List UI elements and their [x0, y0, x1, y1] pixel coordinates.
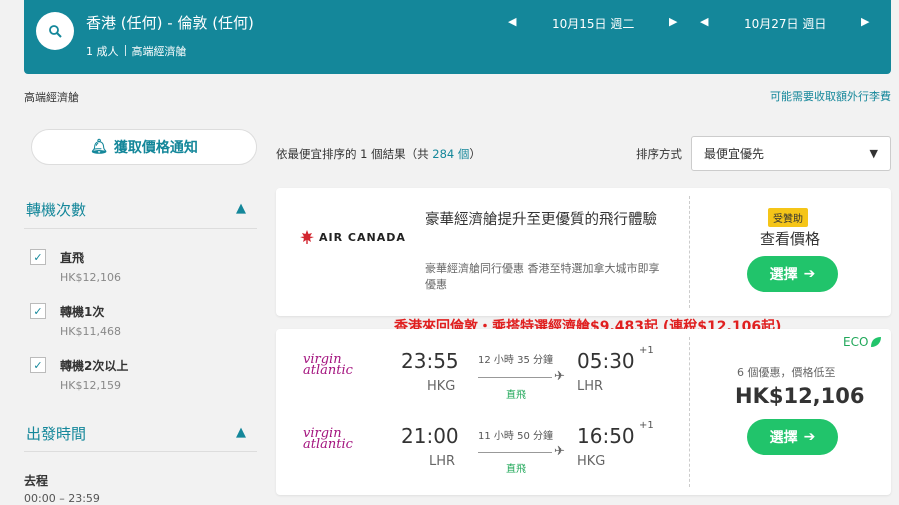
leg1-arrive-time: 05:30 — [577, 349, 635, 373]
outbound-label: 去程 — [24, 474, 49, 488]
sort-label: 排序方式 — [636, 147, 682, 161]
stops-filter-title[interactable]: 轉機次數 — [26, 199, 86, 220]
leg1-stops: 直飛 — [506, 390, 526, 401]
leg2-depart-code: LHR — [429, 454, 456, 469]
divider — [24, 228, 257, 229]
bell-icon: 🔔︎ — [90, 139, 108, 155]
cabin-note: 高端經濟艙 — [24, 91, 79, 104]
stops-two-plus-checkbox[interactable]: ✓ — [30, 357, 46, 373]
arrow-right-icon: ➔ — [803, 266, 816, 282]
baggage-fees-link[interactable]: 可能需要收取額外行李費 — [770, 88, 891, 104]
stops-direct-checkbox[interactable]: ✓ — [30, 249, 46, 265]
ad-select-label: 選擇 — [769, 267, 798, 283]
leg1-flight-line — [478, 377, 552, 378]
leg2-day-offset: +1 — [639, 420, 654, 431]
return-next-chevron-right-icon[interactable]: ▶ — [861, 15, 869, 28]
leg2-arrive-time: 16:50 — [577, 424, 635, 448]
ad-headline[interactable]: 豪華經濟艙提升至更優質的飛行體驗 — [425, 210, 665, 231]
depart-next-chevron-right-icon[interactable]: ▶ — [669, 15, 677, 28]
flight-price: HK$12,106 — [735, 384, 865, 408]
flight-select-button[interactable]: 選擇 ➔ — [747, 419, 838, 455]
result-count-total[interactable]: 284 個 — [432, 147, 469, 161]
result-count-suffix: ） — [469, 147, 481, 161]
eco-badge: ECO — [843, 335, 882, 349]
stops-direct-price: HK$12,106 — [60, 271, 121, 284]
sort-value: 最便宜優先 — [704, 147, 765, 161]
caret-up-icon[interactable]: ▲ — [236, 425, 246, 440]
result-count-middle: 排序的 1 個結果（共 — [322, 147, 433, 161]
plane-icon: ✈ — [554, 444, 565, 459]
search-header: 香港 (任何) - 倫敦 (任何) 1 成人 高端經濟艙 ◀ 10月15日 週二 … — [24, 0, 891, 74]
plane-icon: ✈ — [554, 369, 565, 384]
search-icon — [49, 25, 62, 38]
passenger-cabin-summary[interactable]: 1 成人 高端經濟艙 — [86, 43, 187, 59]
arrow-right-icon: ➔ — [803, 429, 816, 445]
return-prev-chevron-left-icon[interactable]: ◀ — [700, 15, 708, 28]
search-button[interactable] — [36, 12, 74, 50]
leaf-icon — [871, 337, 882, 347]
airline-logo-line2: atlantic — [303, 437, 353, 452]
leg2-flight-line — [478, 452, 552, 453]
leg2-stops: 直飛 — [506, 464, 526, 475]
sponsored-card[interactable]: AIR CANADA 豪華經濟艙提升至更優質的飛行體驗 豪華經濟艙同行優惠 香港… — [276, 188, 891, 316]
cabin-class: 高端經濟艙 — [131, 45, 187, 58]
price-alert-label: 獲取價格通知 — [113, 140, 198, 156]
result-count-sort: 最便宜 — [287, 147, 323, 161]
result-count-prefix: 依 — [276, 147, 288, 161]
stops-two-plus-label: 轉機2次以上 — [60, 359, 129, 373]
depart-time-filter-title[interactable]: 出發時間 — [26, 423, 86, 444]
price-alert-button[interactable]: 🔔︎ 獲取價格通知 — [31, 129, 257, 165]
eco-label: ECO — [843, 335, 869, 349]
virgin-atlantic-logo: virgin atlantic — [303, 427, 353, 452]
leg1-depart-code: HKG — [427, 379, 456, 394]
divider — [24, 451, 257, 452]
passenger-count: 1 成人 — [86, 45, 119, 58]
ad-description: 豪華經濟艙同行優惠 香港至特選加拿大城市即享優惠 — [425, 262, 660, 291]
ad-select-button[interactable]: 選擇 ➔ — [747, 256, 838, 292]
depart-prev-chevron-left-icon[interactable]: ◀ — [508, 15, 516, 28]
ticket-divider — [689, 337, 690, 487]
sponsored-badge: 受贊助 — [768, 208, 808, 227]
airline-logo-line2: atlantic — [303, 363, 353, 378]
outbound-time-range: 00:00 – 23:59 — [24, 492, 100, 505]
stops-two-plus-price: HK$12,159 — [60, 379, 121, 392]
deals-count: 6 個優惠，價格低至 — [737, 366, 836, 379]
flight-select-label: 選擇 — [769, 430, 798, 446]
sort-select[interactable]: 最便宜優先 ▼ — [691, 136, 891, 171]
leg1-depart-time: 23:55 — [401, 349, 459, 373]
stops-direct-label: 直飛 — [60, 251, 85, 265]
stops-one-label: 轉機1次 — [60, 305, 105, 319]
caret-down-icon: ▼ — [869, 147, 878, 160]
leg2-depart-time: 21:00 — [401, 424, 459, 448]
route-title[interactable]: 香港 (任何) - 倫敦 (任何) — [86, 12, 254, 33]
leg1-day-offset: +1 — [639, 345, 654, 356]
ticket-divider — [689, 196, 690, 308]
leg1-arrive-code: LHR — [577, 379, 604, 394]
return-date[interactable]: 10月27日 週日 — [744, 15, 826, 32]
ad-airline-name: AIR CANADA — [319, 231, 406, 244]
leg2-duration: 11 小時 50 分鐘 — [478, 431, 553, 442]
leg1-duration: 12 小時 35 分鐘 — [478, 355, 553, 366]
leg2-arrive-code: HKG — [577, 454, 606, 469]
stops-one-checkbox[interactable]: ✓ — [30, 303, 46, 319]
flight-result-card[interactable]: virgin atlantic 23:55 HKG 12 小時 35 分鐘 ✈ 直… — [276, 329, 891, 495]
caret-up-icon[interactable]: ▲ — [236, 201, 246, 216]
depart-date[interactable]: 10月15日 週二 — [552, 15, 634, 32]
virgin-atlantic-logo: virgin atlantic — [303, 353, 353, 378]
air-canada-logo — [300, 230, 314, 244]
result-count: 依最便宜排序的 1 個結果（共 284 個） — [276, 146, 481, 162]
stops-one-price: HK$11,468 — [60, 325, 121, 338]
ad-cta-title: 查看價格 — [760, 230, 821, 248]
